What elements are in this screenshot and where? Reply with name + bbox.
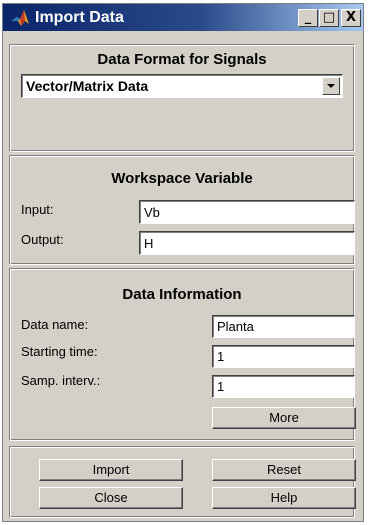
help-button[interactable]: Help [212,487,356,509]
maximize-button[interactable]: □ [319,9,339,27]
data-format-selected-value: Vector/Matrix Data [26,78,149,94]
workspace-variable-title: Workspace Variable [111,170,253,187]
matlab-logo-icon [11,10,29,26]
import-data-window: Import Data _ □ X Data Format for Signal… [2,3,364,522]
data-format-panel: Data Format for Signals Vector/Matrix Da… [9,44,355,152]
data-information-title: Data Information [122,286,242,303]
more-button[interactable]: More [212,407,356,429]
data-format-select[interactable]: Vector/Matrix Data [21,74,343,98]
output-variable-field[interactable] [139,231,355,255]
import-button[interactable]: Import [39,459,183,481]
data-information-panel: Data Information Data name: Starting tim… [9,268,356,441]
workspace-variable-panel: Workspace Variable Input: Output: [9,155,355,265]
close-icon: X [345,10,357,25]
sample-interval-label: Samp. interv.: [21,373,101,388]
input-variable-field[interactable] [139,200,355,224]
minimize-button[interactable]: _ [298,9,318,27]
data-name-field[interactable] [212,315,355,338]
window-title: Import Data [35,9,124,26]
output-label: Output: [21,232,64,247]
data-format-title: Data Format for Signals [97,51,267,68]
starting-time-field[interactable] [212,345,355,368]
sample-interval-field[interactable] [212,375,355,398]
starting-time-label: Starting time: [21,344,98,359]
close-window-button[interactable]: X [341,9,361,27]
input-label: Input: [21,202,54,217]
actions-panel: Import Reset Close Help [9,446,356,518]
data-name-label: Data name: [21,317,89,332]
title-bar[interactable]: Import Data _ □ X [3,4,363,31]
close-button[interactable]: Close [39,487,183,509]
chevron-down-icon[interactable] [322,77,340,95]
maximize-icon: □ [322,10,336,25]
minimize-icon: _ [304,10,312,25]
reset-button[interactable]: Reset [212,459,356,481]
